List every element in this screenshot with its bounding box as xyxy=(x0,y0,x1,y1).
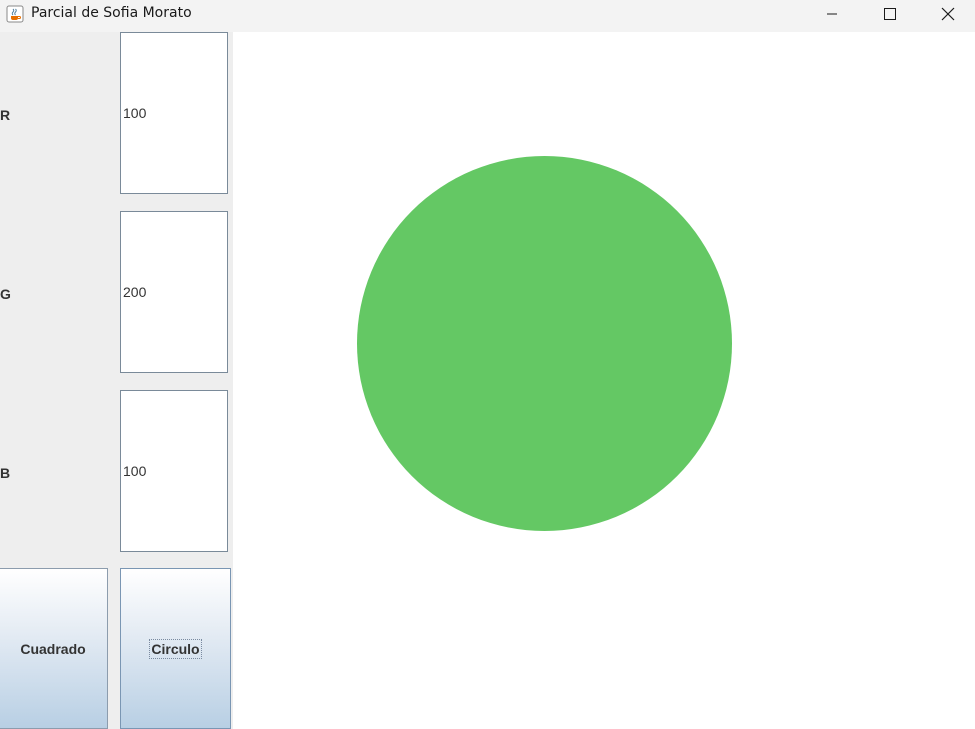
maximize-button[interactable] xyxy=(861,0,919,28)
square-button[interactable]: Cuadrado xyxy=(0,568,108,729)
maximize-icon xyxy=(884,8,896,20)
r-label: R xyxy=(0,107,11,123)
g-input[interactable] xyxy=(120,211,228,373)
r-input[interactable] xyxy=(120,32,228,194)
b-label: B xyxy=(0,465,11,481)
minimize-icon xyxy=(826,8,838,20)
close-icon xyxy=(941,7,955,21)
drawing-canvas xyxy=(233,32,975,729)
b-input[interactable] xyxy=(120,390,228,552)
square-button-label: Cuadrado xyxy=(20,640,86,657)
window-title: Parcial de Sofia Morato xyxy=(31,5,192,21)
close-button[interactable] xyxy=(919,0,975,28)
java-coffee-cup-icon xyxy=(6,5,24,23)
drawn-circle xyxy=(357,156,732,531)
minimize-button[interactable] xyxy=(803,0,861,28)
control-panel: R G B Cuadrado Circulo xyxy=(0,32,233,729)
title-bar: Parcial de Sofia Morato xyxy=(0,0,975,32)
circle-button-label: Circulo xyxy=(149,638,202,659)
app-window: Parcial de Sofia Morato R G B xyxy=(0,0,975,729)
g-label: G xyxy=(0,286,11,302)
circle-button[interactable]: Circulo xyxy=(120,568,231,729)
